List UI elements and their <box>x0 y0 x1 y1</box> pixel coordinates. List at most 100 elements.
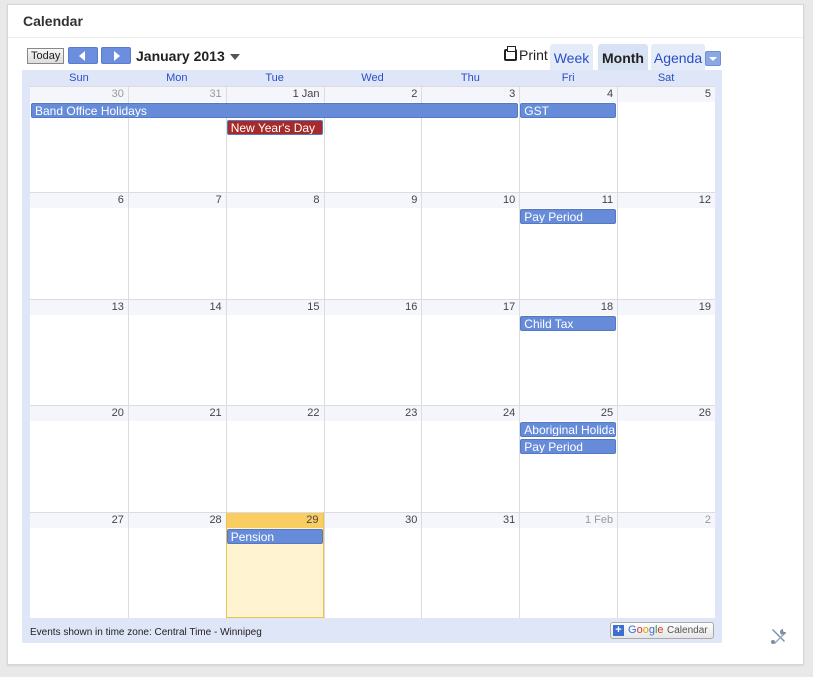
day-number[interactable]: 20 <box>30 406 128 422</box>
day-cell[interactable]: 27 <box>30 511 128 618</box>
day-cell[interactable]: 28 <box>127 511 226 618</box>
day-cell[interactable]: 30 <box>30 86 128 192</box>
weekday-label: Fri <box>561 72 575 84</box>
day-cell[interactable]: 7 <box>127 192 226 299</box>
day-number[interactable]: 1 Feb <box>520 512 618 528</box>
day-cell[interactable]: 25 <box>519 405 618 512</box>
day-cell[interactable]: 6 <box>30 192 128 298</box>
tools-icon[interactable] <box>769 626 789 646</box>
day-cell[interactable]: 18 <box>519 298 618 406</box>
day-number[interactable]: 12 <box>618 193 715 209</box>
day-cell[interactable]: 15 <box>225 298 324 406</box>
event-chip[interactable]: Pension <box>226 528 323 544</box>
day-cell[interactable]: 31 <box>421 511 520 618</box>
day-cell[interactable]: 2 <box>323 86 422 193</box>
day-number[interactable]: 14 <box>128 299 226 315</box>
day-cell[interactable]: 5 <box>617 86 715 193</box>
day-cell[interactable]: 12 <box>617 192 715 299</box>
day-number[interactable]: 27 <box>30 512 128 528</box>
day-number[interactable]: 25 <box>520 406 618 422</box>
day-number[interactable]: 9 <box>324 193 422 209</box>
day-cell[interactable]: 17 <box>421 298 520 406</box>
event-chip[interactable]: Aboriginal Holiday <box>520 422 617 438</box>
month-grid: 30 31 1 Jan 2 3 4 5 6 7 8 9 10 11 12 13 14 15 16 17 18 19 20 2… <box>30 86 715 618</box>
view-menu-dropdown-icon[interactable] <box>705 51 721 66</box>
day-number[interactable]: 31 <box>422 512 520 528</box>
today-button[interactable]: Today <box>27 48 65 64</box>
print-link[interactable]: Print <box>504 46 548 63</box>
day-number[interactable]: 31 <box>128 87 226 102</box>
month-picker-dropdown-icon[interactable] <box>230 54 240 60</box>
weekday-label: Sun <box>69 72 89 84</box>
day-cell[interactable]: 14 <box>127 298 226 406</box>
day-number[interactable]: 2 <box>324 87 422 102</box>
day-cell[interactable]: 16 <box>323 298 422 406</box>
weekday-label: Wed <box>361 72 384 84</box>
day-number[interactable]: 30 <box>324 512 422 528</box>
day-cell[interactable]: 2 <box>617 511 715 618</box>
day-cell[interactable]: 26 <box>617 405 715 512</box>
event-chip[interactable]: Pay Period <box>520 439 617 455</box>
day-number[interactable]: 2 <box>618 512 715 528</box>
day-number[interactable]: 1 Jan <box>226 87 324 102</box>
day-cell[interactable]: 19 <box>617 298 715 406</box>
day-cell[interactable]: 11 <box>519 192 618 299</box>
day-number[interactable]: 18 <box>520 299 618 315</box>
day-cell[interactable]: 4 <box>519 86 618 193</box>
tab-agenda[interactable]: Agenda <box>651 44 705 70</box>
event-chip[interactable]: Pay Period <box>520 209 617 225</box>
day-number[interactable]: 6 <box>30 193 128 209</box>
day-number[interactable]: 7 <box>128 193 226 209</box>
weekday-label: Thu <box>460 72 480 84</box>
day-cell[interactable]: 31 <box>127 86 226 193</box>
day-number[interactable]: 5 <box>618 87 715 102</box>
event-chip[interactable]: Band Office Holidays <box>31 103 519 118</box>
event-chip[interactable]: Child Tax <box>520 315 617 331</box>
tab-month[interactable]: Month <box>598 44 648 70</box>
google-logo: Google <box>628 624 664 636</box>
day-number[interactable]: 19 <box>618 299 715 315</box>
day-cell[interactable]: 30 <box>323 511 422 618</box>
day-number[interactable]: 30 <box>30 87 128 102</box>
day-number[interactable]: 26 <box>618 406 715 422</box>
day-cell[interactable]: 21 <box>127 405 226 512</box>
day-number[interactable]: 17 <box>422 299 520 315</box>
next-month-button[interactable] <box>101 47 131 64</box>
day-number[interactable]: 11 <box>520 193 618 209</box>
day-number[interactable]: 29 <box>226 512 323 528</box>
tab-week[interactable]: Week <box>550 44 593 70</box>
day-cell[interactable]: 8 <box>225 192 324 299</box>
weekday-label: Mon <box>166 72 188 84</box>
current-month-title[interactable]: January 2013 <box>136 48 225 64</box>
day-number[interactable]: 3 <box>422 87 520 102</box>
day-cell[interactable]: 13 <box>30 298 128 405</box>
day-number[interactable]: 13 <box>30 299 128 315</box>
day-cell-today[interactable]: 29 <box>225 511 324 618</box>
google-calendar-button[interactable]: + Google Calendar <box>610 622 714 639</box>
day-number[interactable]: 8 <box>226 193 324 209</box>
event-chip[interactable]: New Year's Day <box>226 120 323 135</box>
day-cell[interactable]: 20 <box>30 405 128 511</box>
day-cell[interactable]: 1 Jan <box>225 86 324 193</box>
day-cell[interactable]: 1 Feb <box>519 511 618 618</box>
previous-month-button[interactable] <box>68 47 98 64</box>
day-number[interactable]: 4 <box>520 87 618 102</box>
day-number[interactable]: 21 <box>128 406 226 422</box>
print-label: Print <box>519 47 548 63</box>
weekday-label: Tue <box>265 72 284 84</box>
day-cell[interactable]: 3 <box>421 86 520 193</box>
day-number[interactable]: 10 <box>422 193 520 209</box>
day-cell[interactable]: 10 <box>421 192 520 299</box>
event-chip[interactable]: GST <box>520 103 617 118</box>
widget-title: Calendar <box>23 13 83 29</box>
day-number[interactable]: 24 <box>422 406 520 422</box>
day-number[interactable]: 22 <box>226 406 324 422</box>
day-cell[interactable]: 23 <box>323 405 422 512</box>
day-number[interactable]: 16 <box>324 299 422 315</box>
day-number[interactable]: 23 <box>324 406 422 422</box>
day-number[interactable]: 15 <box>226 299 324 315</box>
day-cell[interactable]: 9 <box>323 192 422 299</box>
day-cell[interactable]: 24 <box>421 405 520 512</box>
day-cell[interactable]: 22 <box>225 405 324 512</box>
day-number[interactable]: 28 <box>128 512 226 528</box>
